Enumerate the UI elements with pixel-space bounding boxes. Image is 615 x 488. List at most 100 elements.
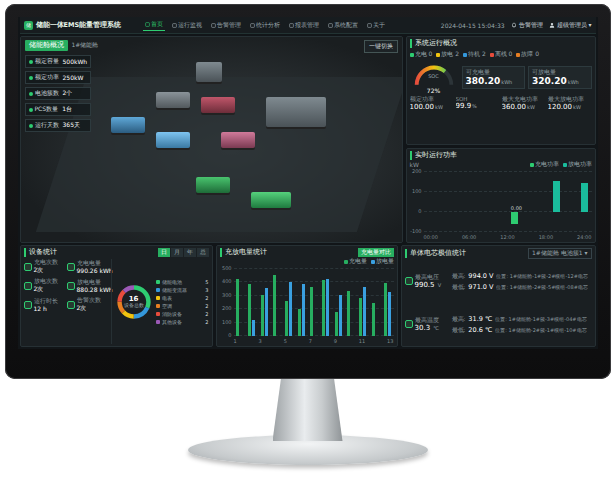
nav-item[interactable]: 关于 bbox=[365, 19, 387, 31]
legend-label: 空调 bbox=[162, 303, 204, 309]
nav-item[interactable]: 系统配置 bbox=[326, 19, 360, 31]
panel-header: 单体电芯极值统计 1#储能舱 电池簇1 ▾ bbox=[405, 248, 592, 259]
item-value: 250kW bbox=[63, 74, 84, 81]
power-panel: 实时运行功率kW充电功率放电功率2001000-1000.0000:0006:0… bbox=[406, 148, 596, 243]
nav-icon bbox=[328, 23, 333, 28]
device-panel: 设备统计日月年总充电次数2次充电电量990.26 kWh放电次数2次放电电量88… bbox=[20, 245, 213, 347]
container-shape bbox=[266, 97, 326, 127]
stat-label: 告警次数 bbox=[77, 297, 101, 304]
y-tick: 0 bbox=[220, 333, 232, 338]
tab[interactable]: 年 bbox=[184, 248, 196, 257]
stat-label: 放电次数 bbox=[34, 278, 58, 285]
stat-item: 充电电量990.26 kWh bbox=[67, 259, 108, 275]
stat-item: 放电次数2次 bbox=[24, 278, 65, 294]
power-chart: 2001000-1000.00 bbox=[410, 169, 592, 234]
y-tick: 300 bbox=[220, 293, 232, 298]
top-bar: 储储能一体EMS能量管理系统首页运行监视告警管理统计分析报表管理系统配置关于20… bbox=[20, 17, 596, 34]
container-shape bbox=[156, 132, 190, 148]
nav-item[interactable]: 报表管理 bbox=[287, 19, 321, 31]
scene-item: PCS数量1台 bbox=[25, 103, 92, 116]
chart-top: 充电量放电量 bbox=[220, 257, 394, 266]
legend-dot bbox=[530, 163, 534, 167]
container-shape bbox=[221, 132, 255, 148]
tab[interactable]: 月 bbox=[171, 248, 183, 257]
metric-label: SOH bbox=[456, 96, 500, 102]
cabin-select[interactable]: 1#储能舱 电池簇1 ▾ bbox=[528, 248, 592, 259]
legend-count: 2 bbox=[205, 295, 208, 301]
cell-text: 最高电压990.5 V bbox=[415, 274, 442, 289]
item-icon bbox=[29, 60, 33, 64]
state-dot bbox=[490, 53, 494, 57]
legend-label: 储能变流器 bbox=[162, 287, 204, 293]
bar bbox=[553, 181, 560, 211]
legend: 充电功率放电功率 bbox=[530, 160, 592, 169]
nav-item[interactable]: 统计分析 bbox=[248, 19, 282, 31]
user-menu[interactable]: 超级管理员 ▾ bbox=[549, 21, 592, 30]
bar-slot bbox=[550, 171, 564, 232]
grid-line bbox=[424, 171, 592, 172]
bar-group bbox=[283, 268, 295, 336]
metric-value: 100.00kW bbox=[410, 103, 454, 111]
cell-value: 30.3 ℃ bbox=[415, 324, 439, 332]
stat-value: 2次 bbox=[34, 266, 58, 275]
device-donut: 16设备总数储能电池5储能变流器3电表2空调2消防设备2其他设备2 bbox=[111, 259, 209, 344]
bar-group bbox=[258, 268, 270, 336]
x-axis: 00:0006:0012:0018:0024:00 bbox=[410, 234, 592, 240]
grid-line bbox=[234, 268, 394, 269]
nav-item[interactable]: 告警管理 bbox=[209, 19, 243, 31]
legend-count: 2 bbox=[205, 319, 208, 325]
nav-item[interactable]: 运行监视 bbox=[170, 19, 204, 31]
grid-line bbox=[234, 335, 394, 336]
scene-list: 额定容量500kWh额定功率250kW电池簇数2个PCS数量1台运行天数365天 bbox=[25, 55, 92, 132]
y-tick: 100 bbox=[410, 189, 422, 194]
grid-line bbox=[424, 211, 592, 212]
y-tick: -100 bbox=[410, 229, 422, 234]
item-icon bbox=[29, 124, 33, 128]
panel-title: 单体电芯极值统计 bbox=[405, 249, 466, 258]
cell-label: 最高电压 bbox=[415, 274, 442, 281]
row-label: 最高: bbox=[452, 273, 466, 280]
metric-label: 可放电量 bbox=[532, 69, 588, 76]
datetime: 2024-04-15 15:04:33 bbox=[441, 22, 505, 29]
brand: 储储能一体EMS能量管理系统 bbox=[24, 21, 122, 30]
state-item: 故障 0 bbox=[516, 50, 539, 59]
row-location: 位置: 1#储能舱-1#簇-2#模组-12#电芯 bbox=[496, 273, 587, 279]
cell-panel: 单体电芯极值统计1#储能舱 电池簇1 ▾最高电压990.5 V最高:994.0 … bbox=[401, 245, 596, 347]
row-location: 位置: 1#储能舱-2#簇-1#模组-10#电芯 bbox=[495, 327, 586, 333]
gauge-value: 72% bbox=[427, 87, 440, 94]
compare-toggle[interactable]: 充电量对比 bbox=[358, 248, 394, 257]
switch-button[interactable]: 一键切换 bbox=[364, 40, 398, 53]
bar bbox=[511, 212, 518, 224]
legend-count: 3 bbox=[205, 287, 208, 293]
stat-icon bbox=[24, 282, 32, 290]
metric-value: 360.00kW bbox=[502, 103, 546, 111]
logo-icon: 储 bbox=[24, 21, 33, 30]
bar-group bbox=[307, 268, 319, 336]
axis-unit: kW bbox=[410, 161, 419, 168]
y-tick: 0 bbox=[410, 209, 422, 214]
scene-header: 储能舱概况1#储能舱 bbox=[25, 40, 99, 51]
bar bbox=[298, 309, 301, 336]
item-icon bbox=[29, 92, 33, 96]
legend-item: 储能电池5 bbox=[156, 279, 209, 285]
bar bbox=[265, 288, 268, 336]
legend-dot bbox=[156, 312, 160, 316]
nav-item[interactable]: 首页 bbox=[143, 19, 165, 31]
app-title: 储能一体EMS能量管理系统 bbox=[36, 21, 122, 30]
container-shape bbox=[156, 92, 190, 108]
legend-item: 电表2 bbox=[156, 295, 209, 301]
nav-icon bbox=[367, 23, 372, 28]
bar bbox=[581, 183, 588, 211]
bar-slot bbox=[424, 171, 438, 232]
metric-card: 可放电量320.20kWh bbox=[528, 66, 592, 89]
bar bbox=[289, 282, 292, 336]
tab[interactable]: 总 bbox=[197, 248, 209, 257]
tab[interactable]: 日 bbox=[158, 248, 170, 257]
stat-item: 充电次数2次 bbox=[24, 259, 65, 275]
legend-label: 电表 bbox=[162, 295, 204, 301]
bar-slot bbox=[522, 171, 536, 232]
right-column: 系统运行概况充电 0放电 2待机 2离线 0故障 0SOC72%可充电量380.… bbox=[406, 36, 596, 243]
alarm-button[interactable]: 告警管理 bbox=[511, 21, 543, 30]
bottom-row: 设备统计日月年总充电次数2次充电电量990.26 kWh放电次数2次放电电量88… bbox=[20, 245, 596, 347]
cell-icon bbox=[405, 320, 413, 328]
